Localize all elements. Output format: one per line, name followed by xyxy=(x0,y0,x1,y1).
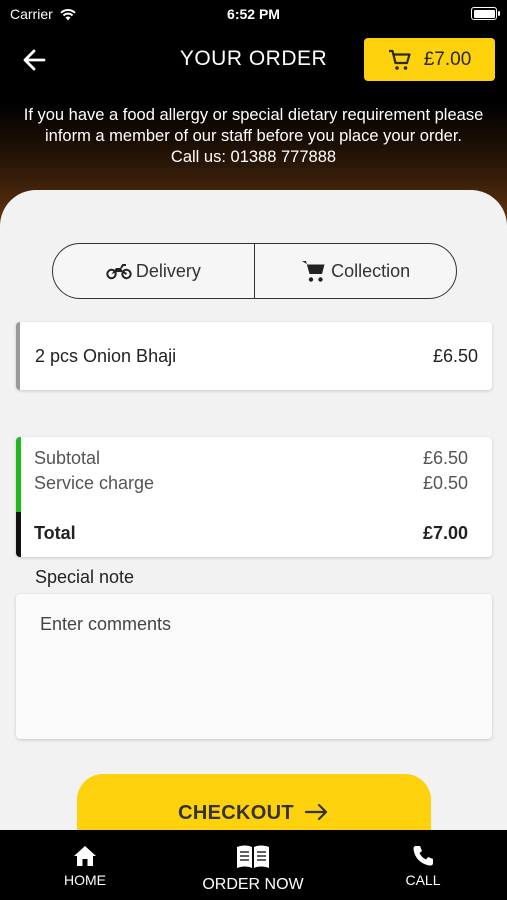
service-charge-row: Service charge £0.50 xyxy=(34,473,468,494)
status-bar: Carrier 6:52 PM xyxy=(0,0,507,30)
allergy-notice-text: If you have a food allergy or special di… xyxy=(23,106,484,145)
order-item[interactable]: 2 pcs Onion Bhaji £6.50 xyxy=(16,322,492,390)
item-price: £6.50 xyxy=(432,346,478,366)
special-note-label: Special note xyxy=(35,567,135,587)
cart-total: £7.00 xyxy=(423,48,472,70)
collection-option[interactable]: Collection xyxy=(255,244,456,298)
tab-order-now-label: ORDER NOW xyxy=(202,876,304,893)
total-accent-bar xyxy=(16,512,21,557)
subtotal-label: Subtotal xyxy=(34,448,101,468)
delivery-label: Delivery xyxy=(135,260,201,281)
call-us-text[interactable]: Call us: 01388 777888 xyxy=(10,147,497,168)
allergy-notice: If you have a food allergy or special di… xyxy=(0,105,507,168)
tab-home[interactable]: HOME xyxy=(50,830,120,900)
bottom-tab-bar: HOME ORDER NOW CALL xyxy=(0,830,507,900)
tab-home-label: HOME xyxy=(64,872,106,888)
collection-label: Collection xyxy=(331,260,411,281)
subtotal-accent-bar xyxy=(16,437,21,512)
order-panel: Delivery Collection 2 pcs Onion Bhaji £6… xyxy=(0,190,507,844)
totals-card: Subtotal £6.50 Service charge £0.50 Tota… xyxy=(16,437,492,557)
home-icon xyxy=(74,846,96,866)
subtotal-row: Subtotal £6.50 xyxy=(34,448,468,469)
service-charge-value: £0.50 xyxy=(422,473,468,493)
special-note-input[interactable] xyxy=(16,594,492,739)
delivery-option[interactable]: Delivery xyxy=(53,244,254,298)
tab-order-now[interactable]: ORDER NOW xyxy=(188,830,318,900)
phone-icon xyxy=(413,846,433,866)
menu-book-icon xyxy=(237,845,269,868)
top-bar: YOUR ORDER £7.00 xyxy=(0,36,507,82)
item-name: 2 pcs Onion Bhaji xyxy=(35,346,177,366)
order-type-toggle: Delivery Collection xyxy=(52,243,457,299)
total-row: Total £7.00 xyxy=(34,523,468,544)
arrow-right-icon xyxy=(304,803,327,821)
battery-icon xyxy=(471,7,500,20)
total-label: Total xyxy=(34,523,76,543)
special-note-box xyxy=(16,594,492,739)
cart-icon xyxy=(388,49,411,70)
subtotal-value: £6.50 xyxy=(422,448,468,468)
checkout-label: CHECKOUT xyxy=(178,802,294,824)
cart-icon xyxy=(302,261,325,282)
service-charge-label: Service charge xyxy=(34,473,155,493)
tab-call[interactable]: CALL xyxy=(388,830,458,900)
motorbike-icon xyxy=(106,264,132,280)
total-value: £7.00 xyxy=(422,523,468,543)
cart-button[interactable]: £7.00 xyxy=(364,38,495,81)
tab-call-label: CALL xyxy=(405,872,441,888)
clock: 6:52 PM xyxy=(227,6,280,22)
